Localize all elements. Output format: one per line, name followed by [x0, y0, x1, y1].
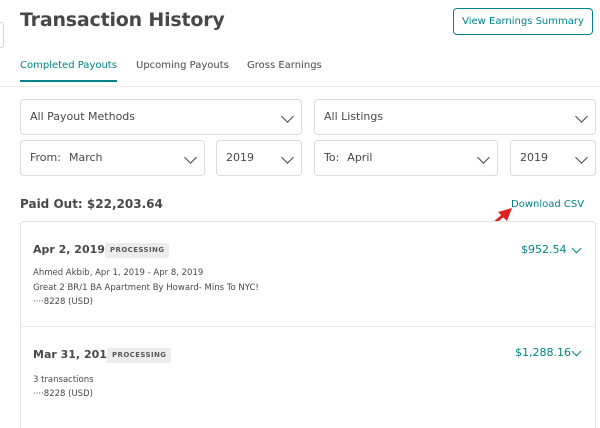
- chevron-down-icon[interactable]: [571, 243, 582, 254]
- paid-out-total: Paid Out: $22,203.64: [20, 197, 163, 211]
- listing-select[interactable]: All Listings: [314, 99, 596, 135]
- to-month-value: April: [347, 151, 373, 164]
- view-earnings-summary-button[interactable]: View Earnings Summary: [453, 8, 593, 35]
- to-label: To:: [324, 151, 340, 164]
- tabs-divider: [0, 86, 600, 87]
- listing-value: All Listings: [324, 110, 384, 123]
- tab-gross-earnings[interactable]: Gross Earnings: [247, 60, 322, 82]
- payout-account: ····8228 (USD): [33, 389, 93, 399]
- payout-method-value: All Payout Methods: [30, 110, 136, 123]
- chevron-down-icon: [281, 151, 294, 164]
- guest-dates: Ahmed Akbib, Apr 1, 2019 - Apr 8, 2019: [33, 268, 204, 278]
- chevron-down-icon: [184, 151, 197, 164]
- listing-title: Great 2 BR/1 BA Apartment By Howard- Min…: [33, 283, 259, 293]
- from-month-field: From: March: [30, 151, 103, 164]
- tab-completed-payouts[interactable]: Completed Payouts: [20, 60, 117, 82]
- collapsed-side-panel-edge[interactable]: [0, 22, 4, 48]
- row-divider: [21, 326, 595, 327]
- page-title: Transaction History: [20, 9, 225, 31]
- payout-account: ····8228 (USD): [33, 297, 93, 307]
- to-year-select[interactable]: 2019: [510, 140, 596, 176]
- transaction-date: Mar 31, 2019: [33, 348, 115, 361]
- status-badge: PROCESSING: [107, 348, 172, 363]
- status-badge: PROCESSING: [105, 243, 170, 258]
- transaction-count: 3 transactions: [33, 375, 94, 385]
- to-year-value: 2019: [520, 151, 548, 164]
- chevron-down-icon: [281, 110, 294, 123]
- chevron-down-icon[interactable]: [571, 346, 582, 357]
- payout-method-select[interactable]: All Payout Methods: [20, 99, 302, 135]
- from-month-select[interactable]: From: March: [20, 140, 205, 176]
- transaction-date: Apr 2, 2019: [33, 243, 105, 256]
- from-year-value: 2019: [226, 151, 254, 164]
- transaction-amount: $1,288.16: [515, 346, 571, 359]
- from-year-select[interactable]: 2019: [216, 140, 302, 176]
- chevron-down-icon: [575, 110, 588, 123]
- chevron-down-icon: [477, 151, 490, 164]
- transaction-list: Apr 2, 2019 PROCESSING $952.54 Ahmed Akb…: [20, 221, 596, 428]
- tab-upcoming-payouts[interactable]: Upcoming Payouts: [136, 60, 229, 82]
- from-month-value: March: [68, 151, 103, 164]
- transaction-amount: $952.54: [521, 243, 567, 256]
- to-month-field: To: April: [324, 151, 372, 164]
- chevron-down-icon: [575, 151, 588, 164]
- from-label: From:: [30, 151, 61, 164]
- to-month-select[interactable]: To: April: [314, 140, 498, 176]
